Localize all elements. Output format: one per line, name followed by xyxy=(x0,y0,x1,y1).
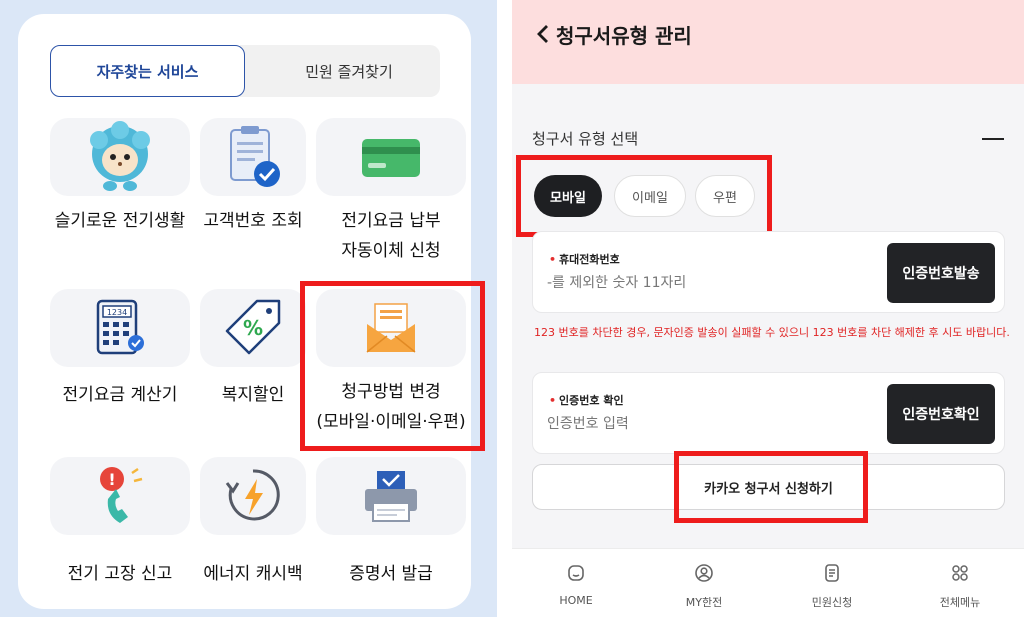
discount-tag-icon: % xyxy=(225,299,281,355)
credit-card-icon xyxy=(362,139,420,177)
left-panel: 민원 즐겨찾기 자주찾는 서비스 슬기로운 전기생활 고객번호 조회 전기요금 … xyxy=(0,0,497,617)
code-field-label-text: 인증번호 확인 xyxy=(559,394,624,407)
calculator-display-text: 1234 xyxy=(107,308,127,317)
service-label-line1: 전기요금 납부 xyxy=(341,211,441,231)
highlight-box xyxy=(300,281,485,451)
calculator-icon: 1234 xyxy=(96,299,144,355)
user-icon xyxy=(695,564,713,582)
collapse-icon[interactable] xyxy=(982,138,1004,140)
bottom-nav: HOME MY한전 민원신청 전체메뉴 xyxy=(512,548,1024,617)
nav-my-kepco[interactable]: MY한전 xyxy=(640,549,768,617)
home-icon xyxy=(568,565,584,581)
grid-menu-icon xyxy=(952,565,968,581)
service-auto-payment[interactable] xyxy=(316,118,466,196)
phone-alert-icon: ! xyxy=(100,467,143,523)
percent-symbol: % xyxy=(243,316,263,340)
code-field-card: •인증번호 확인 인증번호확인 xyxy=(532,372,1005,454)
service-label: 전기요금 납부자동이체 신청 xyxy=(301,206,481,266)
energy-cashback-icon xyxy=(225,469,280,521)
nav-civil-apply[interactable]: 민원신청 xyxy=(768,549,896,617)
clipboard-check-icon xyxy=(230,126,280,187)
hedgehog-mascot-icon xyxy=(90,121,150,191)
page-title: 청구서유형 관리 xyxy=(556,24,692,48)
highlight-box xyxy=(516,155,772,237)
phone-field-card: •휴대전화번호 인증번호발송 xyxy=(532,231,1005,313)
printer-icon xyxy=(365,471,417,522)
service-smart-electricity-life[interactable] xyxy=(50,118,190,196)
phone-field-label: • 휴대전화번호 xyxy=(549,253,620,266)
code-field-label: • 인증번호 확인 xyxy=(549,394,624,407)
tab-civil-favorites[interactable]: 민원 즐겨찾기 xyxy=(240,45,440,97)
phone-input[interactable] xyxy=(547,275,847,291)
nav-label: HOME xyxy=(559,594,593,607)
nav-full-menu[interactable]: 전체메뉴 xyxy=(896,549,1024,617)
service-energy-cashback[interactable] xyxy=(200,457,306,535)
highlight-box xyxy=(674,451,868,523)
nav-label: MY한전 xyxy=(685,596,723,609)
code-input[interactable] xyxy=(547,416,847,432)
service-certificate-issue[interactable] xyxy=(316,457,466,535)
nav-label: 전체메뉴 xyxy=(939,596,981,609)
service-label: 증명서 발급 xyxy=(349,564,433,584)
service-outage-report[interactable]: ! xyxy=(50,457,190,535)
service-label-line2: 자동이체 신청 xyxy=(341,241,441,261)
alert-symbol: ! xyxy=(108,470,115,489)
send-code-button[interactable]: 인증번호발송 xyxy=(887,243,995,303)
warning-text: 123 번호를 차단한 경우, 문자인증 발송이 실패할 수 있으니 123 번… xyxy=(534,326,1010,339)
nav-home[interactable]: HOME xyxy=(512,549,640,617)
page-header: 청구서유형 관리 xyxy=(512,0,1024,84)
tab-civil-favorites-label: 민원 즐겨찾기 xyxy=(305,62,393,81)
phone-field-label-text: 휴대전화번호 xyxy=(559,253,620,266)
service-bill-calculator[interactable]: 1234 xyxy=(50,289,190,367)
verify-code-button[interactable]: 인증번호확인 xyxy=(887,384,995,444)
document-icon xyxy=(825,564,839,582)
tab-frequent-services[interactable]: 자주찾는 서비스 xyxy=(50,45,245,97)
section-label: 청구서 유형 선택 xyxy=(532,130,639,148)
right-panel: 청구서유형 관리 청구서 유형 선택 모바일 이메일 우편 •휴대전화번호 인증… xyxy=(512,0,1024,617)
tab-frequent-services-label: 자주찾는 서비스 xyxy=(96,62,199,81)
chevron-left-icon[interactable] xyxy=(532,22,554,46)
nav-label: 민원신청 xyxy=(811,596,853,609)
service-customer-number-lookup[interactable] xyxy=(200,118,306,196)
service-welfare-discount[interactable]: % xyxy=(200,289,306,367)
